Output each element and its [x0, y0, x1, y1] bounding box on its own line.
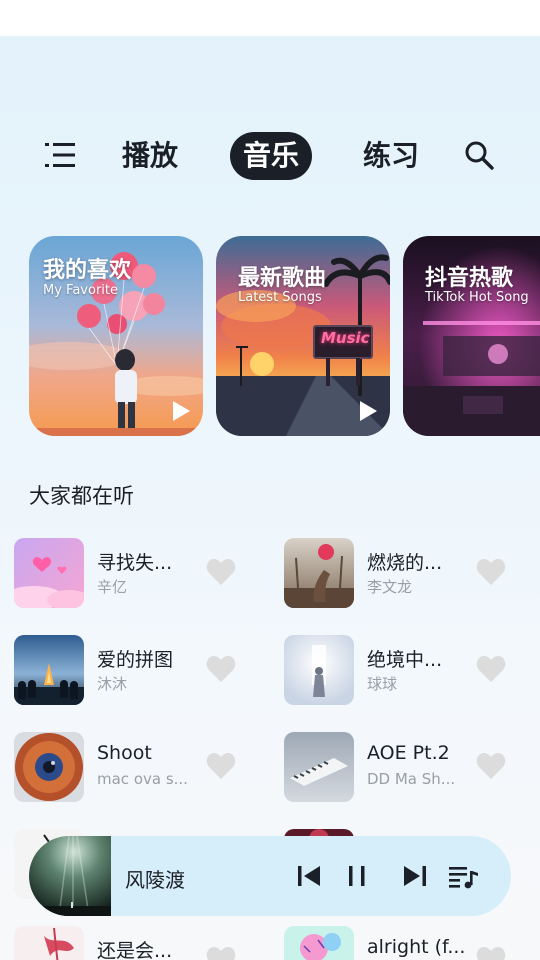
song-cover — [14, 538, 84, 608]
song-cover — [284, 538, 354, 608]
heart-icon[interactable] — [206, 558, 236, 586]
previous-icon[interactable] — [295, 862, 323, 890]
status-bar — [0, 0, 540, 36]
song-item[interactable]: AOE Pt.2 DD Ma Sh... — [284, 732, 524, 802]
play-icon[interactable] — [171, 400, 191, 422]
song-cover — [284, 732, 354, 802]
song-artist: 球球 — [367, 675, 398, 693]
song-artist: 李文龙 — [367, 578, 413, 596]
play-icon[interactable] — [358, 400, 378, 422]
playlist-subtitle: TikTok Hot Song — [425, 290, 529, 305]
playlist-card-tiktok[interactable]: 抖音热歌 TikTok Hot Song — [403, 236, 540, 436]
section-title: 大家都在听 — [29, 484, 134, 508]
heart-icon[interactable] — [476, 752, 506, 780]
heart-icon[interactable] — [206, 946, 236, 960]
song-title: 燃烧的... — [367, 552, 443, 574]
heart-icon[interactable] — [206, 655, 236, 683]
song-artist: mac ova s... — [97, 770, 188, 788]
song-title: AOE Pt.2 — [367, 742, 450, 764]
playlist-subtitle: Latest Songs — [238, 290, 322, 305]
playlist-card-favorite[interactable]: 我的喜欢 My Favorite — [29, 236, 203, 436]
song-item[interactable]: 燃烧的... 李文龙 — [284, 538, 524, 608]
song-title: 寻找失... — [97, 552, 173, 574]
pause-icon[interactable] — [343, 862, 371, 890]
playlist-card-latest[interactable]: Music 最新歌曲 Latest Songs — [216, 236, 390, 436]
mini-player[interactable]: 风陵渡 — [29, 836, 511, 916]
top-nav: 播放 音乐 练习 — [0, 126, 540, 184]
song-cover — [14, 732, 84, 802]
heart-icon[interactable] — [206, 752, 236, 780]
song-item[interactable]: alright (f... — [284, 926, 524, 960]
song-item[interactable]: Shoot mac ova s... — [14, 732, 254, 802]
song-title: Shoot — [97, 742, 152, 764]
song-cover — [14, 926, 84, 960]
now-playing-cover — [29, 836, 111, 916]
search-icon[interactable] — [462, 138, 496, 172]
menu-icon[interactable] — [42, 140, 78, 170]
heart-icon[interactable] — [476, 558, 506, 586]
tab-music[interactable]: 音乐 — [230, 132, 312, 180]
playlist-subtitle: My Favorite — [43, 283, 118, 298]
playlist-title: 最新歌曲 — [238, 266, 327, 291]
playlist-queue-icon[interactable] — [447, 862, 479, 890]
song-cover — [284, 635, 354, 705]
song-title: 还是会... — [97, 940, 173, 960]
heart-icon[interactable] — [476, 946, 506, 960]
song-item[interactable]: 还是会... — [14, 926, 254, 960]
playlist-title: 我的喜欢 — [43, 258, 132, 283]
song-title: alright (f... — [367, 936, 466, 958]
tab-play[interactable]: 播放 — [112, 132, 188, 180]
playlist-title: 抖音热歌 — [425, 266, 514, 291]
heart-icon[interactable] — [476, 655, 506, 683]
tab-practice[interactable]: 练习 — [352, 132, 430, 180]
now-playing-title: 风陵渡 — [125, 868, 185, 892]
song-artist: 辛亿 — [97, 578, 128, 596]
song-item[interactable]: 寻找失... 辛亿 — [14, 538, 254, 608]
next-icon[interactable] — [401, 862, 429, 890]
song-title: 爱的拼图 — [97, 649, 174, 671]
music-sign-text: Music — [321, 329, 370, 347]
song-item[interactable]: 爱的拼图 沐沐 — [14, 635, 254, 705]
song-artist: DD Ma Sh... — [367, 770, 456, 788]
song-item[interactable]: 绝境中... 球球 — [284, 635, 524, 705]
song-artist: 沐沐 — [97, 675, 128, 693]
song-cover — [284, 926, 354, 960]
song-cover — [14, 635, 84, 705]
song-title: 绝境中... — [367, 649, 443, 671]
